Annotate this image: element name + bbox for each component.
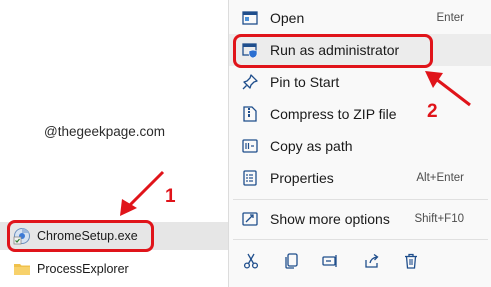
arrow-2 (435, 77, 471, 107)
step-number-1: 1 (165, 186, 176, 207)
step-number-2: 2 (427, 101, 438, 122)
arrow-2-head (425, 71, 443, 88)
arrow-1 (126, 170, 165, 209)
annotation-arrows (120, 71, 471, 216)
